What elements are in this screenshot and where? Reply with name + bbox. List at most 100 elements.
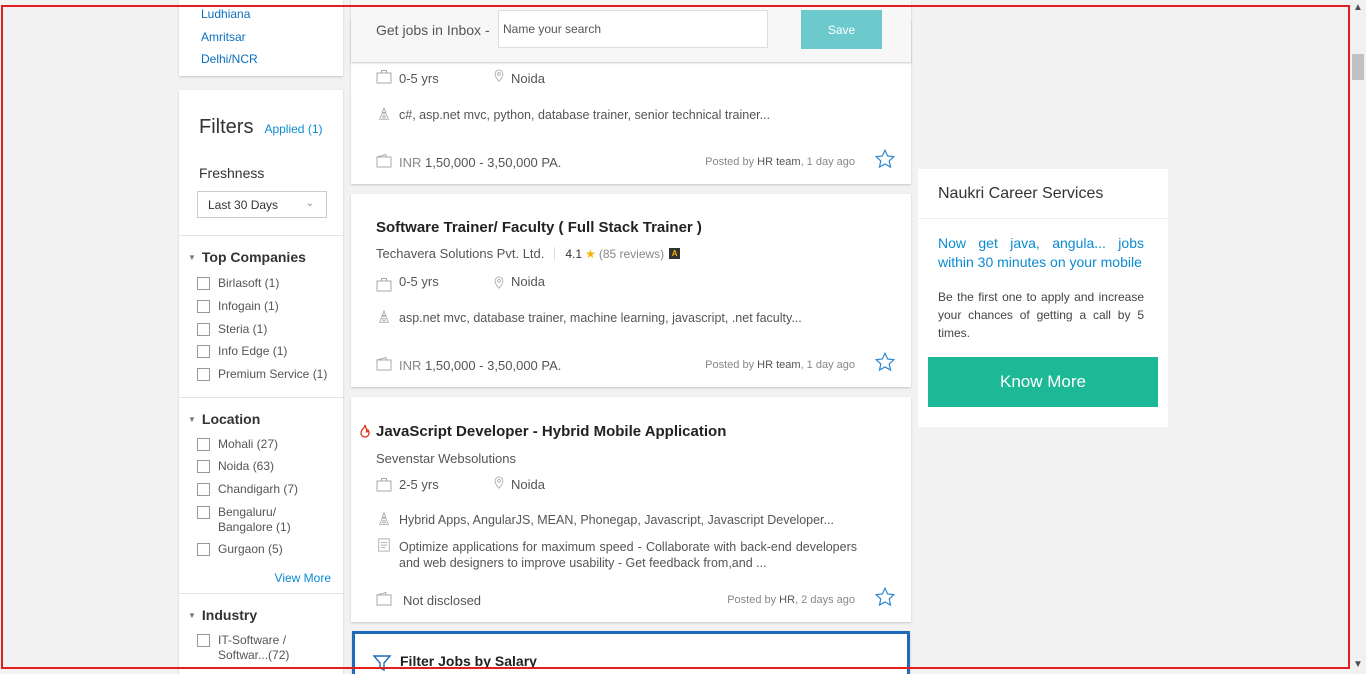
collapse-triangle-icon: ▼	[188, 414, 196, 424]
checkbox[interactable]	[197, 506, 210, 519]
filter-option-label: Gurgaon (5)	[218, 542, 283, 556]
skills-icon	[378, 310, 390, 323]
job-experience: 0-5 yrs	[399, 274, 439, 289]
view-more-link[interactable]: View More	[275, 571, 331, 585]
city-link-ludhiana[interactable]: Ludhiana	[201, 3, 343, 26]
hot-job-flame-icon	[360, 424, 370, 438]
posted-by-name: HR team	[757, 359, 801, 371]
wallet-icon	[376, 357, 392, 371]
filter-option-location[interactable]: Noida (63)	[197, 459, 274, 474]
scroll-down-arrow-icon[interactable]: ▼	[1353, 659, 1363, 670]
checkbox[interactable]	[197, 323, 210, 336]
chevron-down-icon: ⌄	[305, 198, 314, 209]
briefcase-icon	[376, 70, 392, 84]
filter-option-company[interactable]: Steria (1)	[197, 322, 267, 337]
company-name[interactable]: Sevenstar Websolutions	[376, 451, 516, 466]
save-search-button[interactable]: Save	[801, 10, 882, 49]
rating-value: 4.1	[565, 246, 583, 261]
checkbox[interactable]	[197, 483, 210, 496]
scroll-up-arrow-icon[interactable]: ▲	[1353, 2, 1363, 13]
filter-option-location[interactable]: Chandigarh (7)	[197, 482, 298, 497]
job-location: Noida	[511, 71, 545, 86]
location-group: ▼ Location Mohali (27) Noida (63) Chandi…	[179, 397, 343, 593]
star-filled-icon: ★	[585, 246, 596, 261]
filters-applied-link[interactable]: Applied (1)	[264, 122, 322, 136]
checkbox[interactable]	[197, 543, 210, 556]
location-toggle[interactable]: ▼ Location	[188, 411, 260, 427]
industry-title: Industry	[201, 607, 258, 623]
page-scrollbar[interactable]: ▲ ▼	[1350, 0, 1366, 674]
job-title-link[interactable]: Software Trainer/ Faculty ( Full Stack T…	[376, 219, 702, 236]
location-pin-icon	[494, 476, 504, 489]
top-companies-toggle[interactable]: ▼ Top Companies	[188, 249, 306, 265]
star-outline-icon[interactable]	[874, 148, 896, 170]
job-salary: INR 1,50,000 - 3,50,000 PA.	[399, 155, 561, 170]
filter-option-label: Premium Service (1)	[218, 367, 328, 381]
salary-currency: INR	[399, 155, 422, 170]
posted-when: , 1 day ago	[800, 359, 855, 371]
know-more-button[interactable]: Know More	[928, 357, 1158, 407]
skills-icon	[378, 107, 390, 120]
company-rating[interactable]: 4.1 ★ (85 reviews) A	[554, 246, 681, 261]
scrollbar-thumb[interactable]	[1352, 54, 1364, 80]
checkbox[interactable]	[197, 460, 210, 473]
posted-prefix: Posted by	[727, 594, 777, 606]
job-card[interactable]: JavaScript Developer - Hybrid Mobile App…	[351, 397, 911, 622]
checkbox[interactable]	[197, 368, 210, 381]
job-experience: 0-5 yrs	[399, 71, 439, 86]
filter-option-company[interactable]: Info Edge (1)	[197, 344, 287, 359]
job-skills: Hybrid Apps, AngularJS, MEAN, Phonegap, …	[399, 513, 834, 527]
industry-group: ▼ Industry IT-Software / Softwar...(72)	[179, 593, 343, 674]
search-name-input[interactable]	[498, 10, 768, 48]
filter-option-label: Noida (63)	[218, 459, 275, 473]
star-outline-icon[interactable]	[874, 351, 896, 373]
posted-by-name: HR team	[757, 156, 801, 168]
filter-option-label: Bengaluru/ Bangalore (1)	[218, 505, 291, 534]
posted-by-name: HR	[779, 594, 796, 606]
job-title-link[interactable]: JavaScript Developer - Hybrid Mobile App…	[376, 423, 726, 440]
location-pin-icon	[494, 276, 504, 289]
funnel-filter-icon	[372, 655, 392, 672]
checkbox[interactable]	[197, 634, 210, 647]
city-link-amritsar[interactable]: Amritsar	[201, 26, 343, 49]
skills-icon	[378, 512, 390, 525]
wallet-icon	[376, 592, 392, 606]
filter-option-company[interactable]: Infogain (1)	[197, 299, 279, 314]
job-card[interactable]: Software Trainer/ Faculty ( Full Stack T…	[351, 194, 911, 387]
filters-panel: Filters Applied (1) Freshness Last 30 Da…	[179, 90, 343, 674]
freshness-label: Freshness	[199, 165, 265, 181]
wallet-icon	[376, 154, 392, 168]
briefcase-icon	[376, 278, 392, 292]
checkbox[interactable]	[197, 300, 210, 313]
city-link-delhi-ncr[interactable]: Delhi/NCR	[201, 48, 343, 71]
filter-option-location[interactable]: Mohali (27)	[197, 437, 278, 452]
company-name[interactable]: Techavera Solutions Pvt. Ltd.	[376, 246, 544, 261]
salary-filter-box[interactable]: Filter Jobs by Salary	[352, 631, 910, 674]
job-salary: INR 1,50,000 - 3,50,000 PA.	[399, 358, 561, 373]
salary-filter-title: Filter Jobs by Salary	[400, 653, 537, 669]
salary-range: 1,50,000 - 3,50,000 PA.	[425, 155, 562, 170]
ambitionbox-badge: A	[669, 248, 681, 259]
filter-option-company[interactable]: Premium Service (1)	[197, 367, 327, 382]
filter-option-location[interactable]: Bengaluru/ Bangalore (1)	[197, 505, 291, 535]
star-outline-icon[interactable]	[874, 586, 896, 608]
posted-by: Posted by HR team, 1 day ago	[705, 156, 855, 168]
location-title: Location	[201, 411, 261, 427]
freshness-select[interactable]: Last 30 Days ⌄	[197, 191, 327, 218]
checkbox[interactable]	[197, 345, 210, 358]
job-alert-label: Get jobs in Inbox -	[376, 22, 490, 38]
filter-option-industry[interactable]: IT-Software / Softwar...(72)	[197, 633, 289, 663]
collapse-triangle-icon: ▼	[188, 252, 196, 262]
job-experience: 2-5 yrs	[399, 477, 439, 492]
checkbox[interactable]	[197, 277, 210, 290]
job-alert-bar: Get jobs in Inbox - Save	[351, 0, 911, 62]
career-description: Be the first one to apply and increase y…	[938, 290, 1144, 340]
filter-option-location[interactable]: Gurgaon (5)	[197, 542, 283, 557]
filter-option-company[interactable]: Birlasoft (1)	[197, 276, 279, 291]
posted-prefix: Posted by	[705, 156, 755, 168]
career-tagline: Now get java, angula... jobs within 30 m…	[938, 235, 1144, 270]
checkbox[interactable]	[197, 438, 210, 451]
industry-toggle[interactable]: ▼ Industry	[188, 607, 257, 623]
top-companies-title: Top Companies	[201, 249, 306, 265]
salary-range: 1,50,000 - 3,50,000 PA.	[425, 358, 562, 373]
